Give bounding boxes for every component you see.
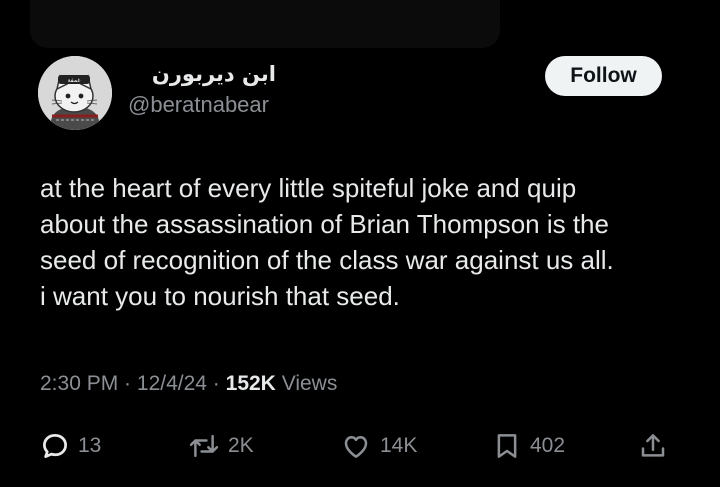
reply-icon — [43, 434, 67, 458]
tweet-date[interactable]: 12/4/24 — [137, 372, 207, 395]
reply-count: 13 — [78, 434, 102, 457]
views-label: Views — [281, 372, 338, 395]
follow-button[interactable]: Follow — [545, 56, 662, 96]
share-icon — [641, 434, 665, 457]
tweet-text-line: seed of recognition of the class war aga… — [40, 245, 614, 275]
like-icon — [344, 436, 368, 458]
bookmark-button[interactable]: 402 — [492, 426, 565, 466]
repost-count: 2K — [228, 434, 254, 457]
bookmark-count: 402 — [530, 434, 566, 457]
tweet-text-line: i want you to nourish that seed. — [40, 281, 400, 311]
tweet: غمفة ابن ديربورن @beratnabear Follow at … — [0, 0, 720, 487]
author-handle[interactable]: @beratnabear — [128, 92, 269, 118]
author-display-name[interactable]: ابن ديربورن — [128, 62, 276, 86]
reply-button[interactable]: 13 — [40, 426, 101, 466]
share-button[interactable] — [638, 426, 676, 466]
views-count: 152K — [225, 372, 276, 395]
repost-icon — [189, 434, 219, 458]
tweet-text-line: about the assassination of Brian Thompso… — [40, 209, 609, 239]
tweet-text: at the heart of every little spiteful jo… — [40, 170, 680, 314]
action-bar: 13 2K 14K 402 — [0, 426, 720, 466]
bookmark-icon — [497, 434, 517, 458]
like-button[interactable]: 14K — [340, 426, 417, 466]
tweet-meta: 2:30 PM · 12/4/24 · 152K Views — [40, 372, 337, 396]
tweet-time[interactable]: 2:30 PM — [40, 372, 118, 395]
tweet-text-line: at the heart of every little spiteful jo… — [40, 173, 577, 203]
cat-avatar-image: غمفة — [38, 56, 112, 130]
meta-separator: · — [118, 372, 137, 395]
repost-button[interactable]: 2K — [188, 426, 254, 466]
avatar-badge-text: غمفة — [68, 77, 81, 84]
avatar[interactable]: غمفة — [38, 56, 112, 130]
meta-separator: · — [206, 372, 226, 395]
like-count: 14K — [380, 434, 418, 457]
